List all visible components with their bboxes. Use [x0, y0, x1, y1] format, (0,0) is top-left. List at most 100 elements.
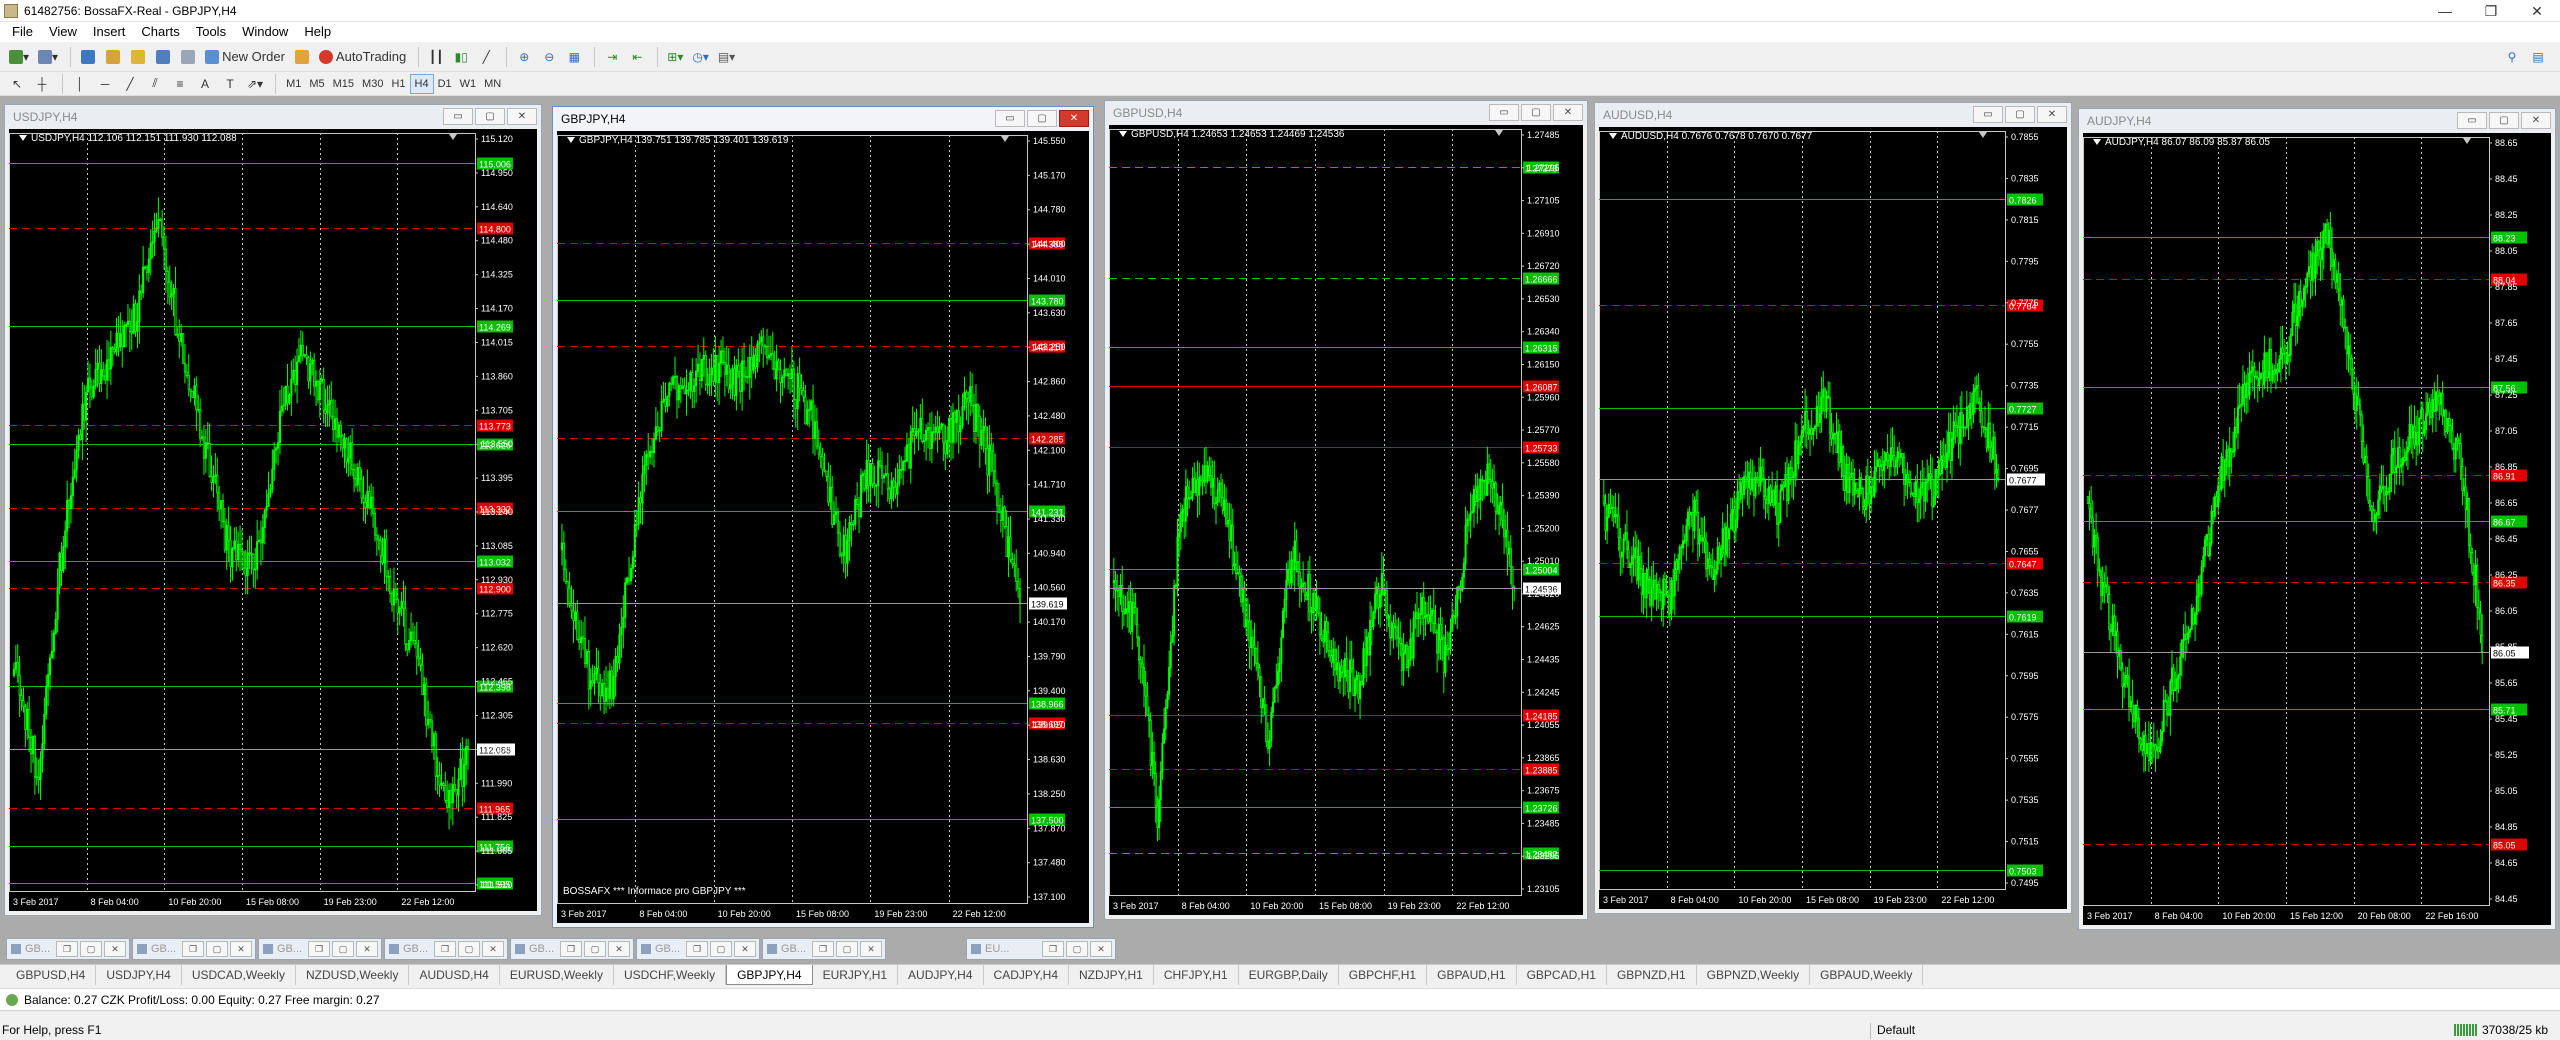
maximize-icon[interactable]: ▢ — [584, 941, 606, 957]
close-icon[interactable]: ✕ — [860, 941, 882, 957]
chart-close-button[interactable]: ✕ — [507, 108, 537, 125]
restore-icon[interactable]: ❐ — [560, 941, 582, 957]
price-chart[interactable]: 88.2388.0487.5686.9186.6786.3585.7185.05… — [2083, 133, 2551, 925]
chart-close-button[interactable]: ✕ — [1059, 110, 1089, 127]
menu-help[interactable]: Help — [296, 22, 339, 42]
chart-close-button[interactable]: ✕ — [2521, 112, 2551, 129]
minimized-window[interactable]: GB... ❐ ▢ ✕ — [762, 938, 886, 960]
chart-minimize-button[interactable]: ▭ — [995, 110, 1025, 127]
close-icon[interactable]: ✕ — [608, 941, 630, 957]
chart-tab[interactable]: GBPCAD,H1 — [1517, 965, 1607, 985]
chart-minimize-button[interactable]: ▭ — [1489, 104, 1519, 121]
chart-shift-marker-icon[interactable] — [1979, 132, 1987, 138]
chart-tab[interactable]: CHFJPY,H1 — [1154, 965, 1239, 985]
minimize-button[interactable]: — — [2422, 0, 2468, 22]
chart-close-button[interactable]: ✕ — [1553, 104, 1583, 121]
timeframe-m30[interactable]: M30 — [358, 74, 387, 94]
menu-charts[interactable]: Charts — [133, 22, 187, 42]
indicators-icon[interactable]: ⊞▾ — [664, 46, 686, 68]
chart-canvas[interactable]: 115.006 114.800 114.269 113.773 113.626 113.3… — [9, 129, 537, 911]
chart-maximize-button[interactable]: ▢ — [1027, 110, 1057, 127]
strategy-tester-icon[interactable] — [177, 46, 199, 68]
close-icon[interactable]: ✕ — [1090, 941, 1112, 957]
zoom-out-icon[interactable]: ⊖ — [538, 46, 560, 68]
chart-shift-marker-icon[interactable] — [2463, 138, 2471, 144]
restore-icon[interactable]: ❐ — [686, 941, 708, 957]
menu-file[interactable]: File — [4, 22, 41, 42]
market-watch-icon[interactable] — [77, 46, 99, 68]
connection-status[interactable]: 37038/25 kb — [2453, 1023, 2548, 1037]
bar-chart-icon[interactable]: ┃┃ — [425, 46, 447, 68]
fibonacci-icon[interactable]: ≡ — [169, 73, 191, 95]
chart-tab[interactable]: EURJPY,H1 — [813, 965, 899, 985]
timeframe-mn[interactable]: MN — [480, 74, 505, 94]
chart-tab[interactable]: USDJPY,H4 — [96, 965, 182, 985]
chart-window-audusd[interactable]: AUDUSD,H4 ▭ ▢ ✕ 0.7826 0.7764 0.7727 0.7647… — [1594, 102, 2072, 914]
chart-close-button[interactable]: ✕ — [2037, 106, 2067, 123]
timeframe-d1[interactable]: D1 — [434, 74, 456, 94]
maximize-icon[interactable]: ▢ — [206, 941, 228, 957]
restore-button[interactable]: ❐ — [2468, 0, 2514, 22]
minimized-window[interactable]: GB... ❐ ▢ ✕ — [132, 938, 256, 960]
price-chart[interactable]: 0.78260.77640.77270.76470.76190.75030.76… — [1599, 127, 2067, 909]
chart-tab[interactable]: GBPCHF,H1 — [1339, 965, 1428, 985]
chart-maximize-button[interactable]: ▢ — [1521, 104, 1551, 121]
vertical-line-icon[interactable]: │ — [69, 73, 91, 95]
cursor-icon[interactable]: ↖ — [6, 73, 28, 95]
chart-shift-marker-icon[interactable] — [449, 134, 457, 140]
chart-tab[interactable]: AUDJPY,H4 — [898, 965, 984, 985]
restore-icon[interactable]: ❐ — [434, 941, 456, 957]
search-icon[interactable]: ⚲ — [2501, 46, 2523, 68]
price-chart[interactable]: 1.272731.266661.263151.260871.257331.250… — [1109, 125, 1583, 915]
timeframe-h4[interactable]: H4 — [409, 73, 434, 94]
menu-window[interactable]: Window — [234, 22, 296, 42]
chart-tab[interactable]: EURGBP,Daily — [1239, 965, 1339, 985]
chart-window-gbpusd[interactable]: GBPUSD,H4 ▭ ▢ ✕ 1.27273 1.26666 1.26315 1.2… — [1104, 100, 1588, 920]
minimized-window[interactable]: GB... ❐ ▢ ✕ — [384, 938, 508, 960]
minimized-window[interactable]: EU... ❐ ▢ ✕ — [966, 938, 1116, 960]
chart-tab-active[interactable]: GBPJPY,H4 — [726, 965, 813, 985]
chart-tab[interactable]: AUDUSD,H4 — [409, 965, 500, 985]
chart-tab[interactable]: GBPAUD,H1 — [1427, 965, 1517, 985]
chart-window-gbpjpy[interactable]: GBPJPY,H4 ▭ ▢ ✕ 144.388 143.780 143.210 142… — [552, 106, 1094, 928]
community-icon[interactable]: ▤ — [2527, 46, 2549, 68]
timeframe-m1[interactable]: M1 — [282, 74, 305, 94]
navigator-icon[interactable] — [127, 46, 149, 68]
maximize-icon[interactable]: ▢ — [80, 941, 102, 957]
chart-tab[interactable]: NZDJPY,H1 — [1069, 965, 1154, 985]
close-icon[interactable]: ✕ — [482, 941, 504, 957]
chart-tab[interactable]: GBPNZD,Weekly — [1697, 965, 1811, 985]
data-window-icon[interactable] — [102, 46, 124, 68]
candlestick-icon[interactable]: ▮▯ — [450, 46, 472, 68]
text-label-icon[interactable]: T — [219, 73, 241, 95]
templates-icon[interactable]: ▤▾ — [715, 46, 738, 68]
restore-icon[interactable]: ❐ — [812, 941, 834, 957]
new-order-button[interactable]: New Order — [202, 46, 288, 68]
chart-minimize-button[interactable]: ▭ — [1973, 106, 2003, 123]
chart-tab[interactable]: CADJPY,H4 — [984, 965, 1070, 985]
autoscroll-icon[interactable]: ⇥ — [601, 46, 623, 68]
minimized-window[interactable]: GB... ❐ ▢ ✕ — [510, 938, 634, 960]
menu-tools[interactable]: Tools — [188, 22, 234, 42]
chart-window-usdjpy[interactable]: USDJPY,H4 ▭ ▢ ✕ 115.006 114.800 114.269 113… — [4, 104, 542, 916]
chart-tab[interactable]: USDCHF,Weekly — [614, 965, 727, 985]
arrows-icon[interactable]: ⇗▾ — [244, 73, 266, 95]
timeframe-w1[interactable]: W1 — [456, 74, 481, 94]
price-chart[interactable]: 115.006114.800114.269113.773113.626113.3… — [9, 129, 537, 911]
price-chart[interactable]: 144.388143.780143.210142.285141.231140.0… — [557, 131, 1089, 923]
close-icon[interactable]: ✕ — [356, 941, 378, 957]
metaeditor-icon[interactable] — [291, 46, 313, 68]
new-chart-icon[interactable]: ▾ — [6, 46, 32, 68]
chart-window-audjpy[interactable]: AUDJPY,H4 ▭ ▢ ✕ 88.23 88.04 87.56 86.91 86.6… — [2078, 108, 2556, 930]
chart-tab[interactable]: GBPUSD,H4 — [6, 965, 97, 985]
chart-tab[interactable]: GBPAUD,Weekly — [1810, 965, 1924, 985]
chart-maximize-button[interactable]: ▢ — [2005, 106, 2035, 123]
terminal-icon[interactable] — [152, 46, 174, 68]
maximize-icon[interactable]: ▢ — [710, 941, 732, 957]
maximize-icon[interactable]: ▢ — [836, 941, 858, 957]
close-icon[interactable]: ✕ — [734, 941, 756, 957]
chart-maximize-button[interactable]: ▢ — [475, 108, 505, 125]
chart-tab[interactable]: GBPNZD,H1 — [1607, 965, 1697, 985]
maximize-icon[interactable]: ▢ — [458, 941, 480, 957]
close-icon[interactable]: ✕ — [104, 941, 126, 957]
